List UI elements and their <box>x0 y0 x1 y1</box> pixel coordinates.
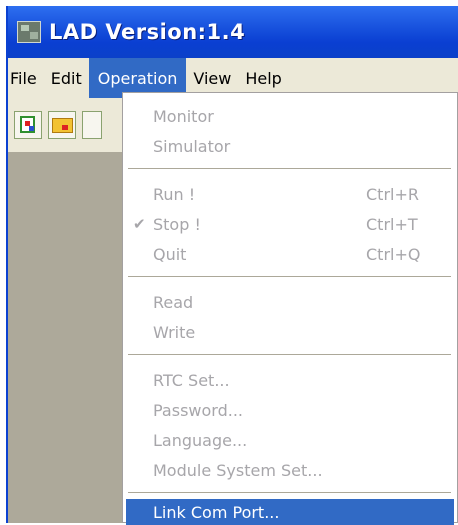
title-bar[interactable]: LAD Version:1.4 <box>8 6 458 58</box>
menu-item-label: Write <box>153 322 196 342</box>
menu-item-simulator[interactable]: Simulator <box>123 133 457 159</box>
menu-item-label: Stop ! <box>153 214 201 234</box>
menu-item-shortcut: Ctrl+Q <box>366 244 421 264</box>
menu-item-stop[interactable]: ✔ Stop ! Ctrl+T <box>123 211 457 237</box>
checkmark-icon: ✔ <box>133 215 146 233</box>
menu-item-label: Language... <box>153 430 248 450</box>
menu-item-read[interactable]: Read <box>123 289 457 315</box>
menu-item-language[interactable]: Language... <box>123 427 457 453</box>
menu-item-module-system-set[interactable]: Module System Set... <box>123 457 457 483</box>
new-button[interactable] <box>14 111 42 139</box>
menu-item-shortcut: Ctrl+T <box>366 214 418 234</box>
menu-item-quit[interactable]: Quit Ctrl+Q <box>123 241 457 267</box>
menu-item-rtc-set[interactable]: RTC Set... <box>123 367 457 393</box>
menu-item-label: Quit <box>153 244 187 264</box>
menu-item-label: Module System Set... <box>153 460 323 480</box>
menu-item-link-com-port[interactable]: Link Com Port... <box>126 499 454 525</box>
menu-item-password[interactable]: Password... <box>123 397 457 423</box>
app-icon <box>17 21 41 43</box>
menu-separator <box>128 168 451 169</box>
menu-item-run[interactable]: Run ! Ctrl+R <box>123 181 457 207</box>
menu-item-label: Simulator <box>153 136 231 156</box>
menu-item-label: Read <box>153 292 194 312</box>
menu-item-label: RTC Set... <box>153 370 230 390</box>
toolbar <box>8 98 138 152</box>
menu-item-label: Link Com Port... <box>153 502 280 522</box>
new-icon <box>20 116 35 133</box>
menu-separator <box>128 492 451 493</box>
menu-edit[interactable]: Edit <box>44 58 89 98</box>
menu-item-write[interactable]: Write <box>123 319 457 345</box>
menu-item-label: Password... <box>153 400 243 420</box>
menu-item-label: Monitor <box>153 106 214 126</box>
toolbar-button-partial[interactable] <box>82 111 102 139</box>
window-title: LAD Version:1.4 <box>49 20 246 44</box>
menu-item-shortcut: Ctrl+R <box>366 184 419 204</box>
work-area <box>8 152 130 523</box>
menu-item-monitor[interactable]: Monitor <box>123 103 457 129</box>
menu-separator <box>128 276 451 277</box>
operation-menu: Monitor Simulator Run ! Ctrl+R ✔ Stop ! … <box>122 92 458 525</box>
open-folder-icon <box>52 118 73 133</box>
open-button[interactable] <box>48 111 76 139</box>
menu-separator <box>128 354 451 355</box>
menu-file[interactable]: File <box>8 58 44 98</box>
menu-item-label: Run ! <box>153 184 196 204</box>
